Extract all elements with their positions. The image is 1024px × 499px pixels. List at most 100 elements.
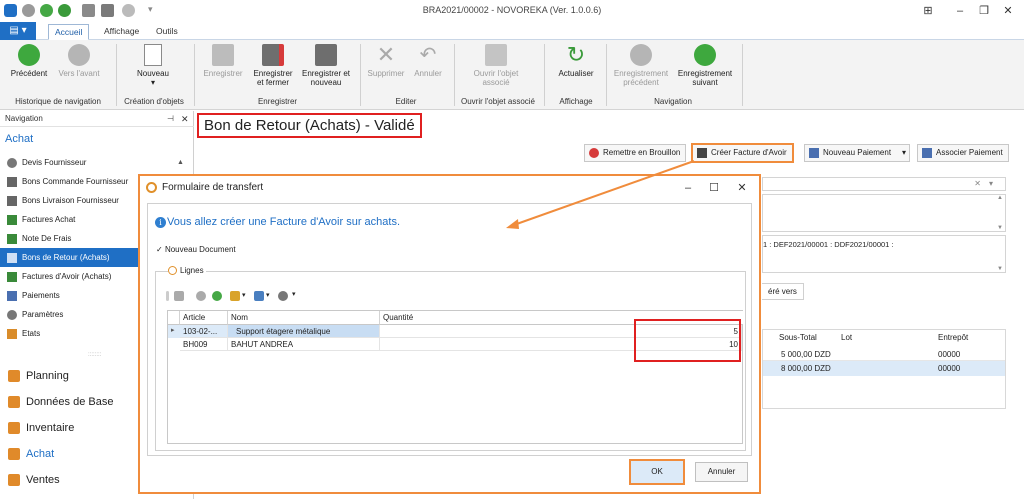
pin-icon[interactable]: ⊣ bbox=[167, 111, 174, 127]
enregistrement-precedent-button[interactable]: Enregistrement précédent bbox=[610, 44, 672, 87]
table-row[interactable]: 5 000,00 DZD 00000 bbox=[763, 347, 1005, 361]
annuler-button[interactable]: Annuler bbox=[695, 462, 748, 482]
cell-nom[interactable]: Support étagere métalique bbox=[228, 325, 380, 338]
cell-article[interactable]: 103-02-... bbox=[180, 325, 228, 338]
precedent-button[interactable]: Précédent bbox=[8, 44, 50, 78]
chevron-down-icon[interactable]: ▾ bbox=[266, 291, 270, 299]
sidebar-item-devis-fournisseur[interactable]: Devis Fournisseur bbox=[0, 153, 194, 172]
payment-icon bbox=[922, 148, 932, 158]
restore-button[interactable]: ❐ bbox=[972, 3, 996, 19]
sidebar-item-label: Bons Commande Fournisseur bbox=[22, 177, 129, 186]
undo-icon: ↶ bbox=[419, 44, 437, 66]
chevron-down-icon[interactable]: ▾ bbox=[292, 290, 296, 298]
sidebar-group-label: Ventes bbox=[26, 474, 60, 486]
file-menu-button[interactable]: ▤ ▾ bbox=[0, 22, 36, 40]
ouvrir-objet-button[interactable]: Ouvrir l'objet associé bbox=[466, 44, 526, 87]
transfer-dialog: Formulaire de transfert – ☐ ✕ i Vous all… bbox=[138, 174, 761, 494]
close-nav-icon[interactable]: ✕ bbox=[181, 111, 189, 127]
col-entrepot[interactable]: Entrepôt bbox=[938, 333, 968, 342]
col-article[interactable]: Article bbox=[180, 311, 228, 325]
save-icon bbox=[212, 44, 234, 66]
scroll-down-icon[interactable]: ▼ bbox=[997, 225, 1003, 231]
enregistrer-fermer-button[interactable]: Enregistrer et fermer bbox=[250, 44, 296, 87]
grid-wand-icon[interactable] bbox=[230, 291, 240, 301]
quantity-highlight bbox=[634, 319, 741, 362]
nouveau-document-checkbox[interactable]: ✓ Nouveau Document bbox=[156, 245, 236, 254]
col-sous-total[interactable]: Sous-Total bbox=[779, 333, 817, 342]
creer-avoir-label: Créer Facture d'Avoir bbox=[711, 148, 787, 157]
sidebar-item-label: Bons Livraison Fournisseur bbox=[22, 196, 119, 205]
enregistrer-nouveau-button[interactable]: Enregistrer et nouveau bbox=[300, 44, 352, 87]
grip-icon bbox=[166, 291, 169, 301]
tab-outils[interactable]: Outils bbox=[150, 24, 184, 40]
col-nom[interactable]: Nom bbox=[228, 311, 380, 325]
chevron-down-icon[interactable]: ▾ bbox=[902, 145, 906, 161]
invoice-icon bbox=[7, 272, 17, 282]
save-close-icon bbox=[262, 44, 284, 66]
save-new-icon bbox=[315, 44, 337, 66]
group-ouvrir: Ouvrir l'objet associé bbox=[461, 97, 535, 106]
ouvrir-objet-label: Ouvrir l'objet associé bbox=[473, 69, 519, 87]
notes-field[interactable]: ▲ ▼ bbox=[762, 194, 1006, 232]
tab-accueil[interactable]: Accueil bbox=[48, 24, 90, 40]
cancel-icon bbox=[589, 148, 599, 158]
grid-gear-icon[interactable] bbox=[196, 291, 206, 301]
table-row[interactable]: 8 000,00 DZD 00000 bbox=[763, 361, 1005, 376]
nav-header: Navigation ⊣ ✕ bbox=[0, 111, 194, 127]
cell-sous-total: 5 000,00 DZD bbox=[781, 350, 831, 359]
group-editer: Editer bbox=[395, 97, 417, 106]
chevron-down-icon: ▾ bbox=[988, 179, 993, 188]
splitter-grip[interactable]: :::::::: bbox=[88, 352, 101, 358]
cell-article[interactable]: BH009 bbox=[180, 338, 228, 351]
dialog-close-button[interactable]: ✕ bbox=[734, 181, 750, 195]
devis-icon bbox=[7, 158, 17, 168]
group-affichage: Affichage bbox=[559, 97, 593, 106]
dialog-minimize-button[interactable]: – bbox=[680, 181, 696, 195]
supprimer-button[interactable]: ✕ Supprimer bbox=[364, 44, 408, 79]
grid-save-icon[interactable] bbox=[174, 291, 184, 301]
enregistrer-button[interactable]: Enregistrer bbox=[200, 44, 246, 78]
ribbon-separator bbox=[606, 44, 607, 106]
annuler-ribbon-button[interactable]: ↶ Annuler bbox=[410, 44, 446, 78]
close-button[interactable]: ✕ bbox=[996, 3, 1020, 19]
references-field[interactable]: 1 : DEF2021/00001 : DDF2021/00001 : ▼ bbox=[762, 235, 1006, 273]
up-arrow-icon bbox=[630, 44, 652, 66]
chevron-down-icon[interactable]: ▾ bbox=[242, 291, 246, 299]
forward-arrow-icon bbox=[68, 44, 90, 66]
scroll-up-icon[interactable]: ▲ bbox=[997, 195, 1003, 201]
window-title: BRA2021/00002 - NOVOREKA (Ver. 1.0.0.6) bbox=[422, 5, 602, 15]
grid-add-icon[interactable] bbox=[212, 291, 222, 301]
dialog-maximize-button[interactable]: ☐ bbox=[706, 181, 722, 195]
actualiser-button[interactable]: ↻ Actualiser bbox=[554, 44, 598, 79]
lignes-group-label: Lignes bbox=[168, 266, 206, 275]
group-historique: Historique de navigation bbox=[15, 97, 101, 106]
layout-icon[interactable]: ⊞ bbox=[916, 3, 940, 19]
gear-icon bbox=[7, 310, 17, 320]
tab-transfere-vers[interactable]: éré vers bbox=[762, 283, 804, 300]
tab-affichage[interactable]: Affichage bbox=[98, 24, 145, 40]
enregistrement-suivant-button[interactable]: Enregistrement suivant bbox=[674, 44, 736, 87]
vers-avant-button[interactable]: Vers l'avant bbox=[54, 44, 104, 78]
down-arrow-icon bbox=[694, 44, 716, 66]
grid-search-icon[interactable] bbox=[278, 291, 288, 301]
planning-icon bbox=[8, 370, 20, 382]
grid-export-icon[interactable] bbox=[254, 291, 264, 301]
scroll-down-icon[interactable]: ▼ bbox=[997, 266, 1003, 272]
sidebar-group-label: Achat bbox=[26, 448, 55, 460]
creer-facture-avoir-button[interactable]: Créer Facture d'Avoir bbox=[691, 143, 794, 163]
nouveau-paiement-button[interactable]: Nouveau Paiement ▾ bbox=[804, 144, 911, 162]
dialog-gear-icon bbox=[146, 182, 157, 193]
ok-button[interactable]: OK bbox=[629, 459, 685, 485]
nouveau-button[interactable]: Nouveau ▾ bbox=[130, 44, 176, 87]
checkbox-label: Nouveau Document bbox=[164, 245, 236, 254]
info-icon: i bbox=[155, 217, 166, 228]
sidebar-item-label: Factures d'Avoir (Achats) bbox=[22, 272, 112, 281]
cell-nom[interactable]: BAHUT ANDREA bbox=[228, 338, 380, 351]
clear-icon: ✕ bbox=[974, 179, 981, 188]
minimize-button[interactable]: – bbox=[948, 3, 972, 19]
invoice-icon bbox=[7, 215, 17, 225]
combo-field[interactable]: ▾ ✕ bbox=[762, 177, 1006, 191]
col-lot[interactable]: Lot bbox=[841, 333, 852, 342]
associer-paiement-button[interactable]: Associer Paiement bbox=[917, 144, 1009, 162]
remettre-brouillon-button[interactable]: Remettre en Brouillon bbox=[584, 144, 687, 162]
